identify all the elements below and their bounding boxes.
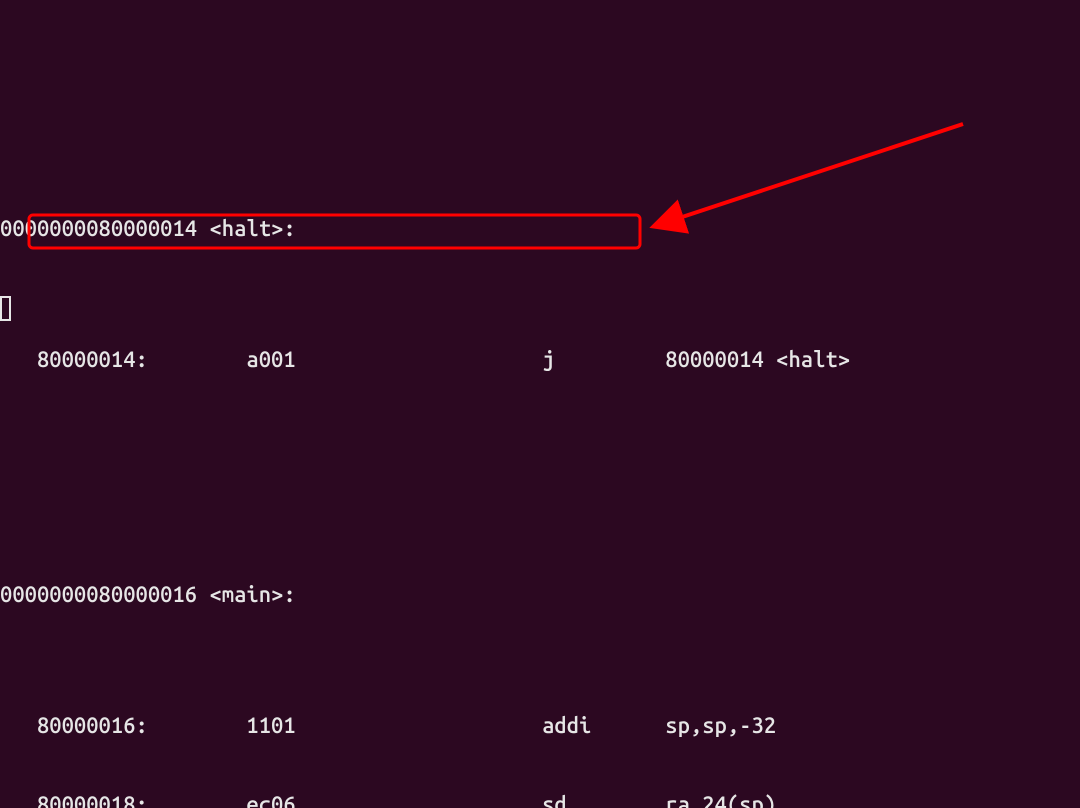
col-mnemonic: addi xyxy=(542,713,665,739)
disasm-row: 80000014:a001j80000014 <halt> xyxy=(0,347,1080,373)
selection-edge-box xyxy=(0,296,11,321)
section-label: 0000000080000014 <halt>: xyxy=(0,216,1080,242)
blank-line xyxy=(0,451,1080,477)
label-symbol: <halt>: xyxy=(209,216,295,242)
col-address: 80000016: xyxy=(0,713,246,739)
col-address: 80000018: xyxy=(0,792,246,808)
col-mnemonic: sd xyxy=(542,792,665,808)
disasm-row: 80000018:ec06sdra,24(sp) xyxy=(0,792,1080,808)
label-symbol: <main>: xyxy=(209,582,295,608)
col-bytes: ec06 xyxy=(246,792,542,808)
col-bytes: 1101 xyxy=(246,713,542,739)
label-address: 0000000080000014 xyxy=(0,216,197,242)
disasm-row: 80000016:1101addisp,sp,-32 xyxy=(0,713,1080,739)
label-address: 0000000080000016 xyxy=(0,582,197,608)
section-label: 0000000080000016 <main>: xyxy=(0,582,1080,608)
col-operands: sp,sp,-32 xyxy=(665,713,776,739)
col-mnemonic: j xyxy=(542,347,665,373)
col-operands: 80000014 <halt> xyxy=(665,347,850,373)
col-address: 80000014: xyxy=(0,347,246,373)
col-operands: ra,24(sp) xyxy=(665,792,776,808)
terminal-disassembly: 0000000080000014 <halt>: 80000014:a001j8… xyxy=(0,105,1080,808)
col-bytes: a001 xyxy=(246,347,542,373)
